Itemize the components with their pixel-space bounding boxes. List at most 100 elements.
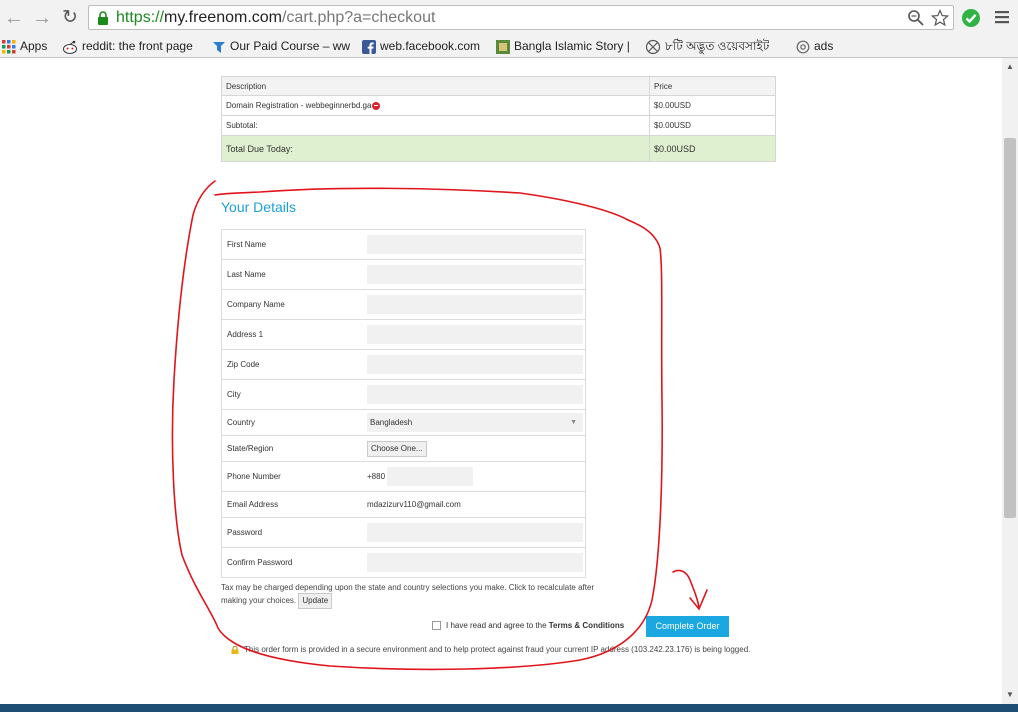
domain-description: Domain Registration - webbeginnerbd.ga	[226, 101, 372, 110]
lock-icon	[98, 11, 108, 25]
bookmark-label: ৮টি অদ্ভুত ওয়েবসাইট	[665, 39, 770, 53]
reload-icon[interactable]: ↻	[58, 6, 82, 30]
tax-note-text: Tax may be charged depending upon the st…	[221, 583, 595, 605]
field-label: Company Name	[221, 289, 367, 320]
bookmark-label: Our Paid Course – ww	[230, 39, 351, 53]
order-summary-table: Description Price Domain Registration - …	[221, 76, 776, 162]
country-select[interactable]: Bangladesh ▼	[367, 413, 583, 432]
total-value: $0.00USD	[649, 135, 776, 162]
field-label: Email Address	[221, 491, 367, 518]
browser-toolbar: ← → ↻ https://my.freenom.com/cart.php?a=…	[0, 0, 1018, 36]
scroll-up-icon[interactable]: ▲	[1004, 62, 1016, 72]
bookmark-bangla-websites[interactable]: ৮টি অদ্ভুত ওয়েবসাইট	[645, 38, 769, 55]
field-label: Last Name	[221, 259, 367, 290]
bookmark-ads[interactable]: ads	[796, 38, 833, 55]
table-row: Subtotal: $0.00USD	[221, 115, 776, 136]
company-name-field[interactable]	[367, 295, 583, 314]
bookmarks-bar: Apps reddit: the front page Our Paid Cou…	[0, 36, 1018, 58]
terms-agreement: I have read and agree to the Terms & Con…	[432, 621, 624, 631]
form-row-password: Password	[221, 517, 586, 548]
form-row-company: Company Name	[221, 289, 586, 320]
tax-note: Tax may be charged depending upon the st…	[221, 582, 601, 609]
url-host: my.freenom.com	[164, 9, 282, 26]
star-bookmark-icon[interactable]	[930, 8, 950, 27]
hamburger-menu-icon[interactable]	[994, 9, 1010, 25]
price-header: Price	[649, 76, 776, 96]
bookmark-facebook[interactable]: web.facebook.com	[362, 38, 480, 55]
email-address-field[interactable]: mdazizurv110@gmail.com	[367, 491, 586, 518]
remove-domain-icon[interactable]	[372, 101, 381, 110]
padlock-icon	[231, 645, 239, 654]
bookmark-reddit[interactable]: reddit: the front page	[62, 38, 198, 55]
bookmark-site-icon	[496, 39, 510, 54]
bookmark-label: Apps	[20, 39, 48, 53]
bookmark-label: web.facebook.com	[380, 39, 481, 53]
state-select[interactable]: Choose One...	[367, 440, 427, 457]
bookmark-label: Bangla Islamic Story |	[514, 39, 630, 53]
os-taskbar	[0, 704, 1018, 712]
field-label: Zip Code	[221, 349, 367, 380]
form-row-first-name: First Name	[221, 229, 586, 260]
back-arrow-icon[interactable]: ←	[2, 6, 26, 30]
scroll-down-icon[interactable]: ▼	[1004, 690, 1016, 700]
secure-note-text: This order form is provided in a secure …	[244, 645, 751, 654]
url-text: https://my.freenom.com/cart.php?a=checko…	[116, 8, 435, 27]
description-header: Description	[221, 76, 650, 96]
field-label: First Name	[221, 229, 367, 260]
url-path: /cart.php?a=checkout	[281, 9, 436, 26]
total-label: Total Due Today:	[221, 135, 650, 162]
form-row-state: State/Region Choose One...	[221, 435, 586, 462]
field-label: Address 1	[221, 319, 367, 350]
subtotal-value: $0.00USD	[649, 115, 776, 136]
form-row-address: Address 1	[221, 319, 586, 350]
globe-icon	[796, 40, 810, 54]
field-label: Password	[221, 517, 367, 548]
field-label: City	[221, 379, 367, 410]
form-row-phone: Phone Number +880	[221, 461, 586, 492]
address1-field[interactable]	[367, 325, 583, 344]
globe-icon	[645, 39, 661, 54]
forward-arrow-icon[interactable]: →	[30, 6, 54, 30]
field-label: Confirm Password	[221, 547, 367, 578]
city-field[interactable]	[367, 385, 583, 404]
password-field[interactable]	[367, 523, 583, 542]
check-extension-icon[interactable]	[961, 8, 981, 28]
bookmark-label: ads	[814, 39, 834, 53]
apps-grid-icon	[2, 39, 16, 54]
phone-number-field[interactable]	[387, 467, 473, 486]
secure-note: This order form is provided in a secure …	[231, 645, 750, 654]
phone-country-code: +880	[367, 472, 386, 481]
bookmark-apps[interactable]: Apps	[2, 38, 47, 55]
url-scheme: https://	[116, 9, 165, 26]
summary-price-cell: $0.00USD	[649, 95, 776, 116]
total-row: Total Due Today: $0.00USD	[221, 135, 776, 162]
confirm-password-field[interactable]	[367, 553, 583, 572]
facebook-icon	[362, 39, 376, 54]
table-row: Domain Registration - webbeginnerbd.ga $…	[221, 95, 776, 116]
chevron-down-icon: ▼	[570, 419, 577, 426]
bookmark-label: reddit: the front page	[82, 39, 193, 53]
bookmark-bangla-islamic-story[interactable]: Bangla Islamic Story |	[496, 38, 634, 55]
zip-code-field[interactable]	[367, 355, 583, 374]
terms-link[interactable]: Terms & Conditions	[549, 621, 624, 630]
complete-order-button[interactable]: Complete Order	[646, 616, 729, 637]
your-details-title: Your Details	[221, 199, 296, 215]
last-name-field[interactable]	[367, 265, 583, 284]
form-row-country: Country Bangladesh ▼	[221, 409, 586, 436]
field-label: Country	[221, 409, 367, 436]
form-row-city: City	[221, 379, 586, 410]
first-name-field[interactable]	[367, 235, 583, 254]
update-button[interactable]: Update	[298, 593, 333, 609]
form-row-last-name: Last Name	[221, 259, 586, 290]
form-row-confirm-password: Confirm Password	[221, 547, 586, 578]
address-bar[interactable]: https://my.freenom.com/cart.php?a=checko…	[88, 5, 954, 30]
subtotal-label: Subtotal:	[221, 115, 650, 136]
bookmark-paid-course[interactable]: Our Paid Course – ww	[212, 38, 352, 55]
terms-text: I have read and agree to the	[446, 621, 547, 630]
summary-cell: Domain Registration - webbeginnerbd.ga	[221, 95, 650, 116]
zoom-icon[interactable]	[907, 9, 925, 27]
scrollbar-thumb[interactable]	[1004, 138, 1016, 518]
terms-checkbox[interactable]	[432, 621, 441, 631]
form-row-email: Email Address mdazizurv110@gmail.com	[221, 491, 586, 518]
details-form: First Name Last Name Company Name Addres…	[221, 229, 586, 578]
